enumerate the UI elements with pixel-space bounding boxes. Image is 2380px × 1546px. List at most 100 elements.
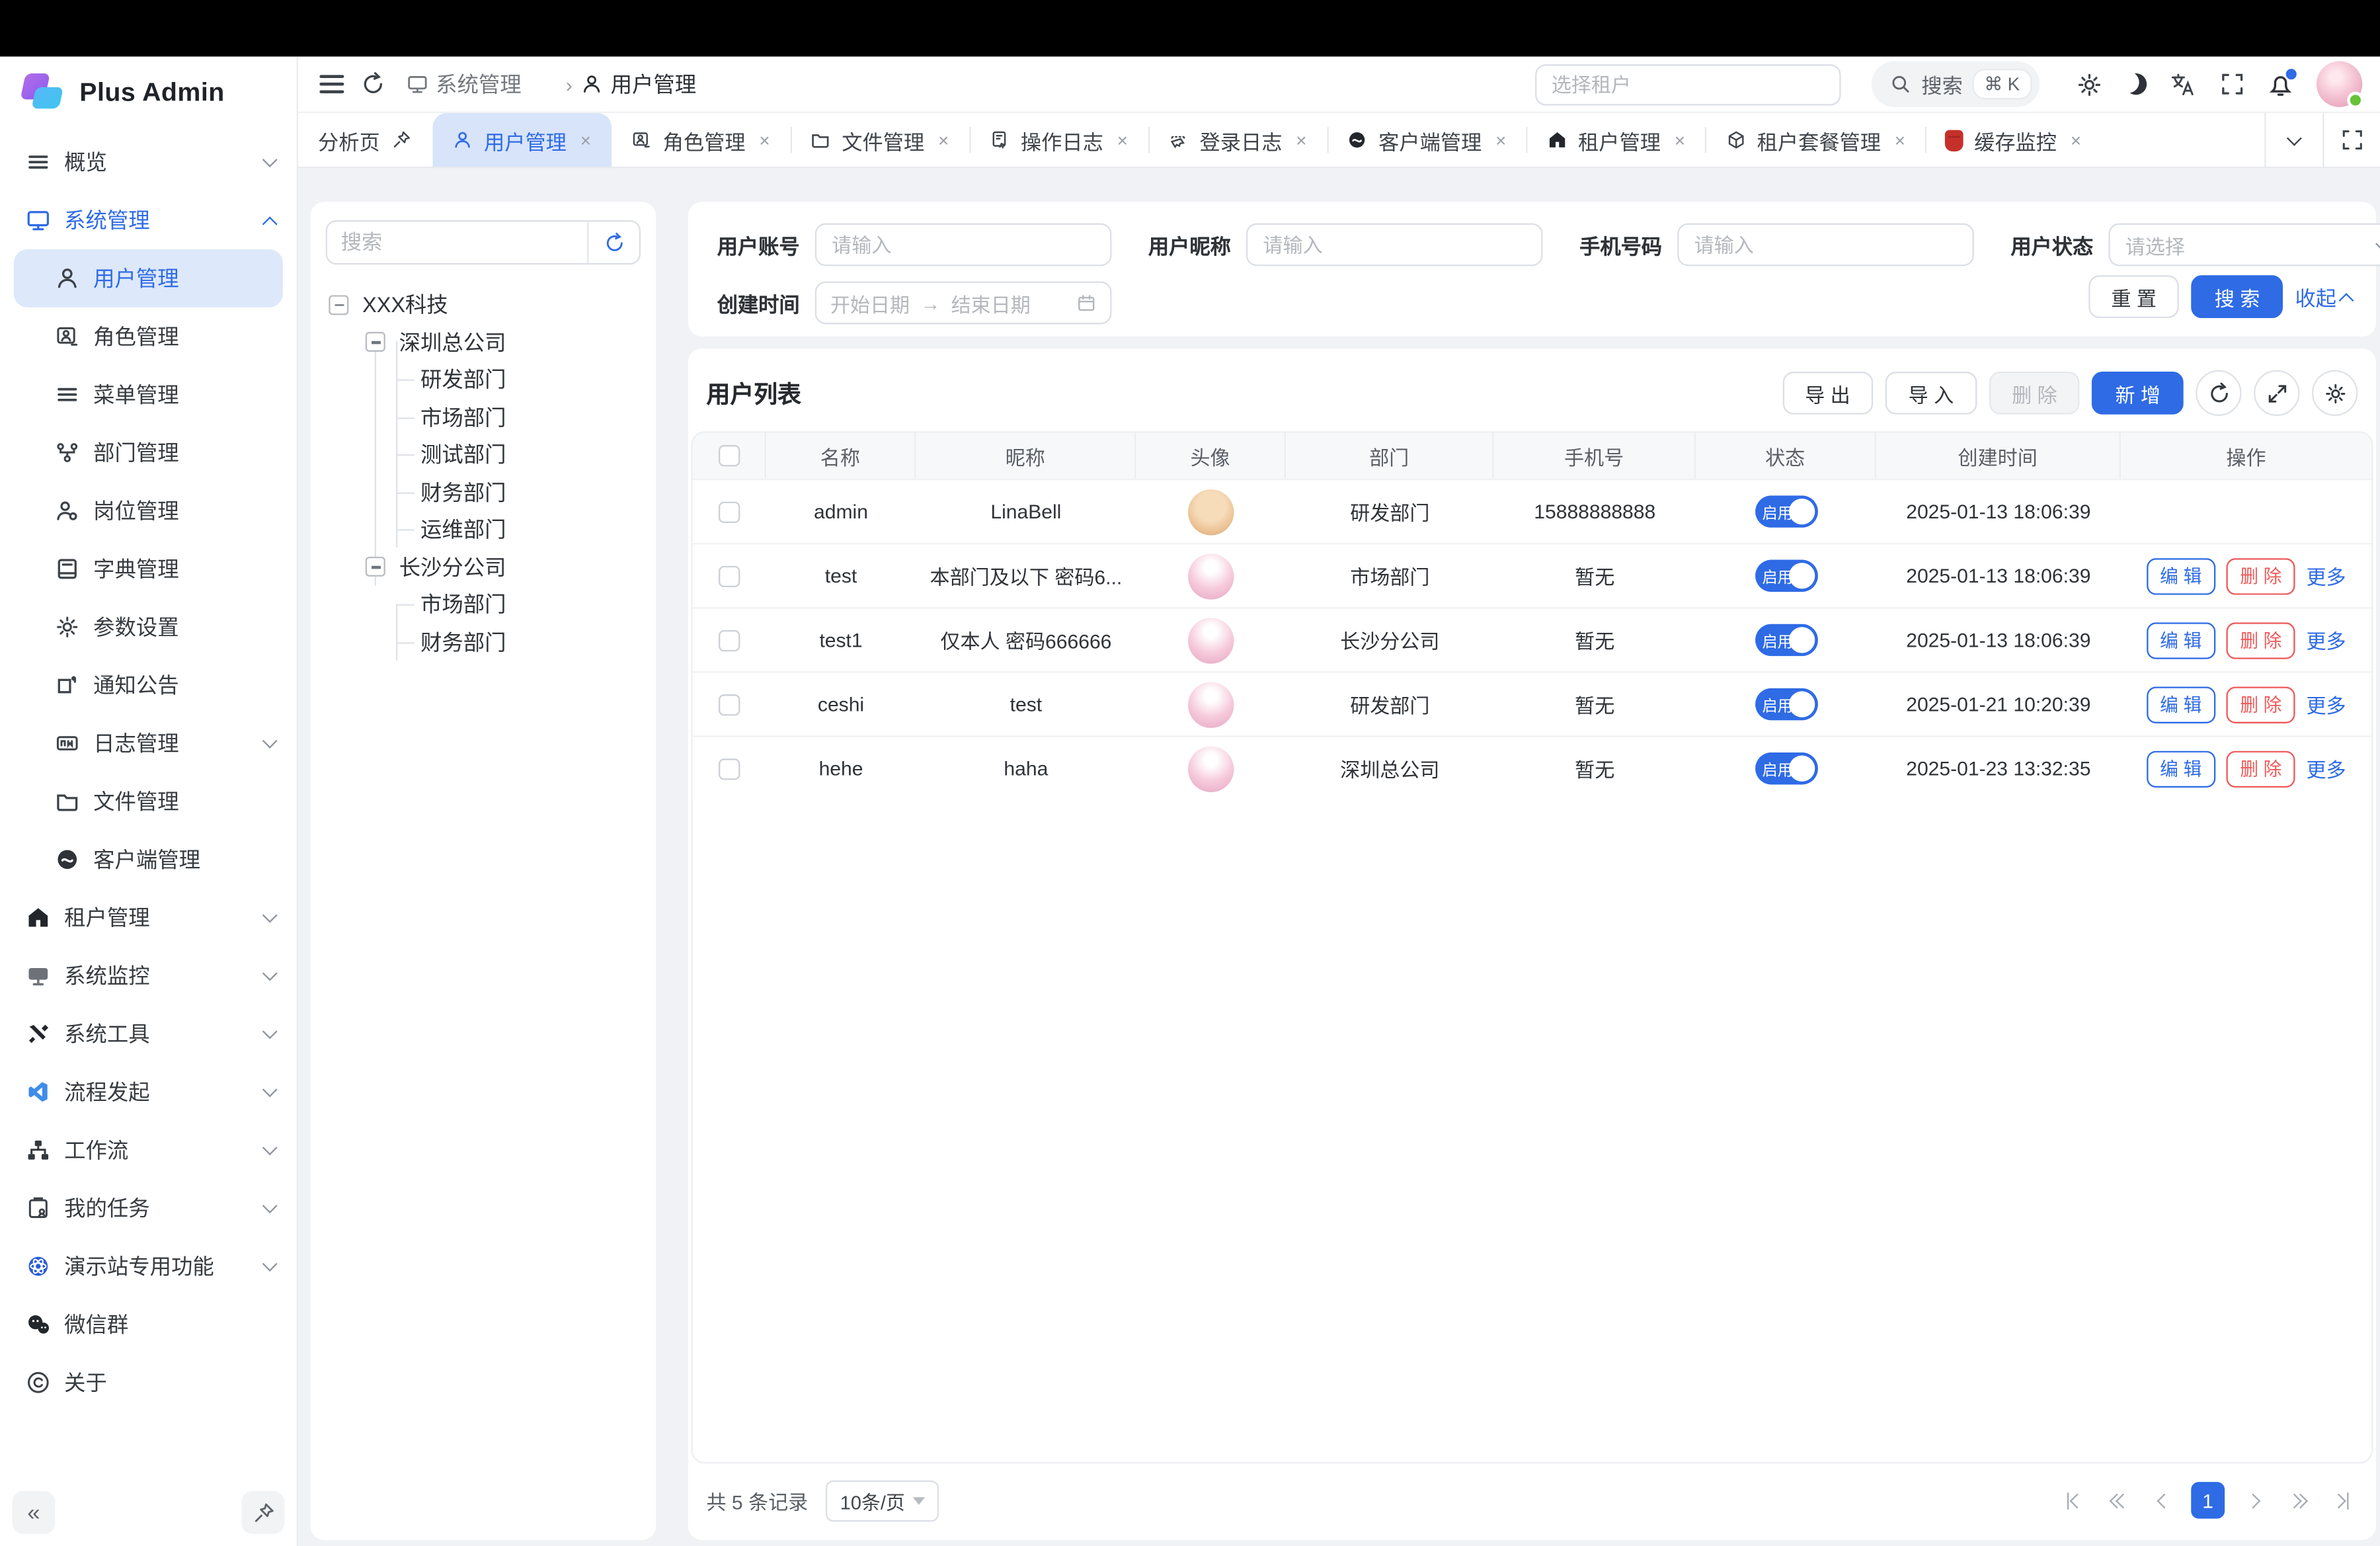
tab-file-management[interactable]: 文件管理 × <box>790 113 969 167</box>
prev-page-button[interactable] <box>2147 1482 2180 1519</box>
tab-login-log[interactable]: 登录日志 × <box>1148 113 1327 167</box>
collapse-box-icon[interactable] <box>366 557 385 577</box>
refresh-page-icon[interactable] <box>360 71 385 97</box>
jump-forward-button[interactable] <box>2280 1482 2313 1519</box>
global-search-button[interactable]: 搜索 ⌘ K <box>1871 61 2040 107</box>
column-settings-button[interactable] <box>2312 370 2358 416</box>
tree-refresh-button[interactable] <box>587 222 639 263</box>
tab-role-management[interactable]: 角色管理 × <box>611 113 790 167</box>
app-logo[interactable]: Plus Admin <box>0 57 297 130</box>
tab-tenant-management[interactable]: 租户管理 × <box>1526 113 1705 167</box>
tab-cache-monitor[interactable]: 缓存监控 × <box>1925 113 2101 167</box>
tree-node-company[interactable]: XXX科技 <box>326 286 641 323</box>
delete-row-button[interactable]: 删 除 <box>2226 557 2295 594</box>
import-button[interactable]: 导 入 <box>1885 372 1977 415</box>
table-row[interactable]: test1 仅本人 密码666666 长沙分公司 暂无 启用 2025-01-1… <box>693 607 2371 671</box>
first-page-button[interactable] <box>2058 1482 2092 1519</box>
edit-button[interactable]: 编 辑 <box>2146 750 2215 787</box>
table-row[interactable]: test 本部门及以下 密码6... 市场部门 暂无 启用 2025-01-13… <box>693 543 2371 607</box>
add-button[interactable]: 新 增 <box>2092 372 2184 415</box>
status-toggle[interactable]: 启用 <box>1755 624 1817 657</box>
export-button[interactable]: 导 出 <box>1782 372 1874 415</box>
status-toggle[interactable]: 启用 <box>1755 688 1817 721</box>
tree-node-rd-dept[interactable]: 研发部门 <box>326 361 641 399</box>
close-tab-icon[interactable]: × <box>1495 129 1506 150</box>
tree-node-market-dept-2[interactable]: 市场部门 <box>326 586 641 624</box>
collapse-filter-link[interactable]: 收起 <box>2295 282 2352 312</box>
row-checkbox[interactable] <box>719 565 740 587</box>
tab-operation-log[interactable]: 操作日志 × <box>969 113 1148 167</box>
close-tab-icon[interactable]: × <box>1296 129 1306 150</box>
collapse-box-icon[interactable] <box>329 295 348 315</box>
tenant-select-input[interactable] <box>1534 63 1841 104</box>
table-row[interactable]: ceshi test 研发部门 暂无 启用 2025-01-21 10:20:3… <box>693 671 2371 735</box>
close-tab-icon[interactable]: × <box>2071 129 2081 150</box>
edit-button[interactable]: 编 辑 <box>2146 686 2215 723</box>
delete-row-button[interactable]: 删 除 <box>2226 686 2295 723</box>
row-checkbox[interactable] <box>719 630 740 651</box>
sidebar-item-dict-management[interactable]: 字典管理 <box>0 540 297 598</box>
sidebar-item-system-management[interactable]: 系统管理 <box>0 191 297 249</box>
edit-button[interactable]: 编 辑 <box>2146 622 2215 659</box>
delete-row-button[interactable]: 删 除 <box>2226 622 2295 659</box>
tree-node-finance-dept[interactable]: 财务部门 <box>326 473 641 511</box>
edit-button[interactable]: 编 辑 <box>2146 557 2215 594</box>
sidebar-item-wechat-group[interactable]: 微信群 <box>0 1295 297 1354</box>
sidebar-item-menu-management[interactable]: 菜单管理 <box>0 366 297 424</box>
tabs-dropdown-button[interactable] <box>2264 113 2322 167</box>
more-actions-link[interactable]: 更多 <box>2306 561 2346 590</box>
reset-button[interactable]: 重 置 <box>2088 275 2180 318</box>
row-checkbox[interactable] <box>719 501 740 522</box>
nickname-input[interactable] <box>1246 224 1543 266</box>
tree-node-test-dept[interactable]: 测试部门 <box>326 436 641 473</box>
breadcrumb-system[interactable]: 系统管理 <box>407 69 557 99</box>
sidebar-item-notice[interactable]: 通知公告 <box>0 656 297 714</box>
close-tab-icon[interactable]: × <box>759 129 770 150</box>
account-input[interactable] <box>815 224 1112 266</box>
tab-tenant-package-management[interactable]: 租户套餐管理 × <box>1705 113 1925 167</box>
tree-node-market-dept[interactable]: 市场部门 <box>326 398 641 436</box>
search-button[interactable]: 搜 索 <box>2192 275 2283 318</box>
sidebar-item-overview[interactable]: 概览 <box>0 133 297 191</box>
sidebar-item-parameter-settings[interactable]: 参数设置 <box>0 598 297 656</box>
date-range-picker[interactable]: 开始日期 → 结束日期 <box>815 282 1112 325</box>
user-avatar[interactable] <box>2317 61 2362 107</box>
content-fullscreen-button[interactable] <box>2322 113 2380 167</box>
close-tab-icon[interactable]: × <box>580 129 591 150</box>
sidebar-item-about[interactable]: 关于 <box>0 1354 297 1412</box>
tree-node-finance-dept-2[interactable]: 财务部门 <box>326 623 641 661</box>
collapse-box-icon[interactable] <box>366 332 385 352</box>
jump-back-button[interactable] <box>2102 1482 2136 1519</box>
pin-sidebar-button[interactable] <box>241 1491 284 1534</box>
notifications-bell-icon[interactable] <box>2268 71 2293 97</box>
next-page-button[interactable] <box>2235 1482 2269 1519</box>
collapse-sidebar-button[interactable]: « <box>13 1491 56 1534</box>
sidebar-item-demo-features[interactable]: 演示站专用功能 <box>0 1237 297 1295</box>
more-actions-link[interactable]: 更多 <box>2306 626 2346 655</box>
status-toggle[interactable]: 启用 <box>1755 495 1817 528</box>
refresh-table-button[interactable] <box>2196 370 2241 416</box>
sidebar-item-file-management[interactable]: 文件管理 <box>0 772 297 831</box>
hamburger-menu-icon[interactable] <box>319 75 344 93</box>
sidebar-item-department-management[interactable]: 部门管理 <box>0 424 297 482</box>
tab-client-management[interactable]: 客户端管理 × <box>1327 113 1527 167</box>
select-all-checkbox[interactable] <box>718 445 739 466</box>
close-tab-icon[interactable]: × <box>1895 129 1905 150</box>
phone-input[interactable] <box>1677 224 1974 266</box>
close-tab-icon[interactable]: × <box>1117 129 1128 150</box>
current-page[interactable]: 1 <box>2191 1482 2225 1519</box>
table-row[interactable]: hehe haha 深圳总公司 暂无 启用 2025-01-23 13:32:3… <box>693 735 2371 799</box>
last-page-button[interactable] <box>2324 1482 2358 1519</box>
sidebar-item-workflow[interactable]: 工作流 <box>0 1121 297 1179</box>
status-select[interactable]: 请选择 <box>2108 224 2380 266</box>
tree-node-ops-dept[interactable]: 运维部门 <box>326 510 641 548</box>
tree-node-shenzhen-hq[interactable]: 深圳总公司 <box>326 323 641 361</box>
tab-analysis[interactable]: 分析页 <box>298 113 432 167</box>
dark-mode-icon[interactable] <box>2123 71 2149 97</box>
sidebar-item-system-tools[interactable]: 系统工具 <box>0 1005 297 1063</box>
sidebar-item-tenant-management[interactable]: 租户管理 <box>0 889 297 947</box>
more-actions-link[interactable]: 更多 <box>2306 690 2346 719</box>
more-actions-link[interactable]: 更多 <box>2306 754 2346 783</box>
sidebar-item-user-management[interactable]: 用户管理 <box>14 249 283 307</box>
settings-gear-icon[interactable] <box>2077 71 2102 97</box>
